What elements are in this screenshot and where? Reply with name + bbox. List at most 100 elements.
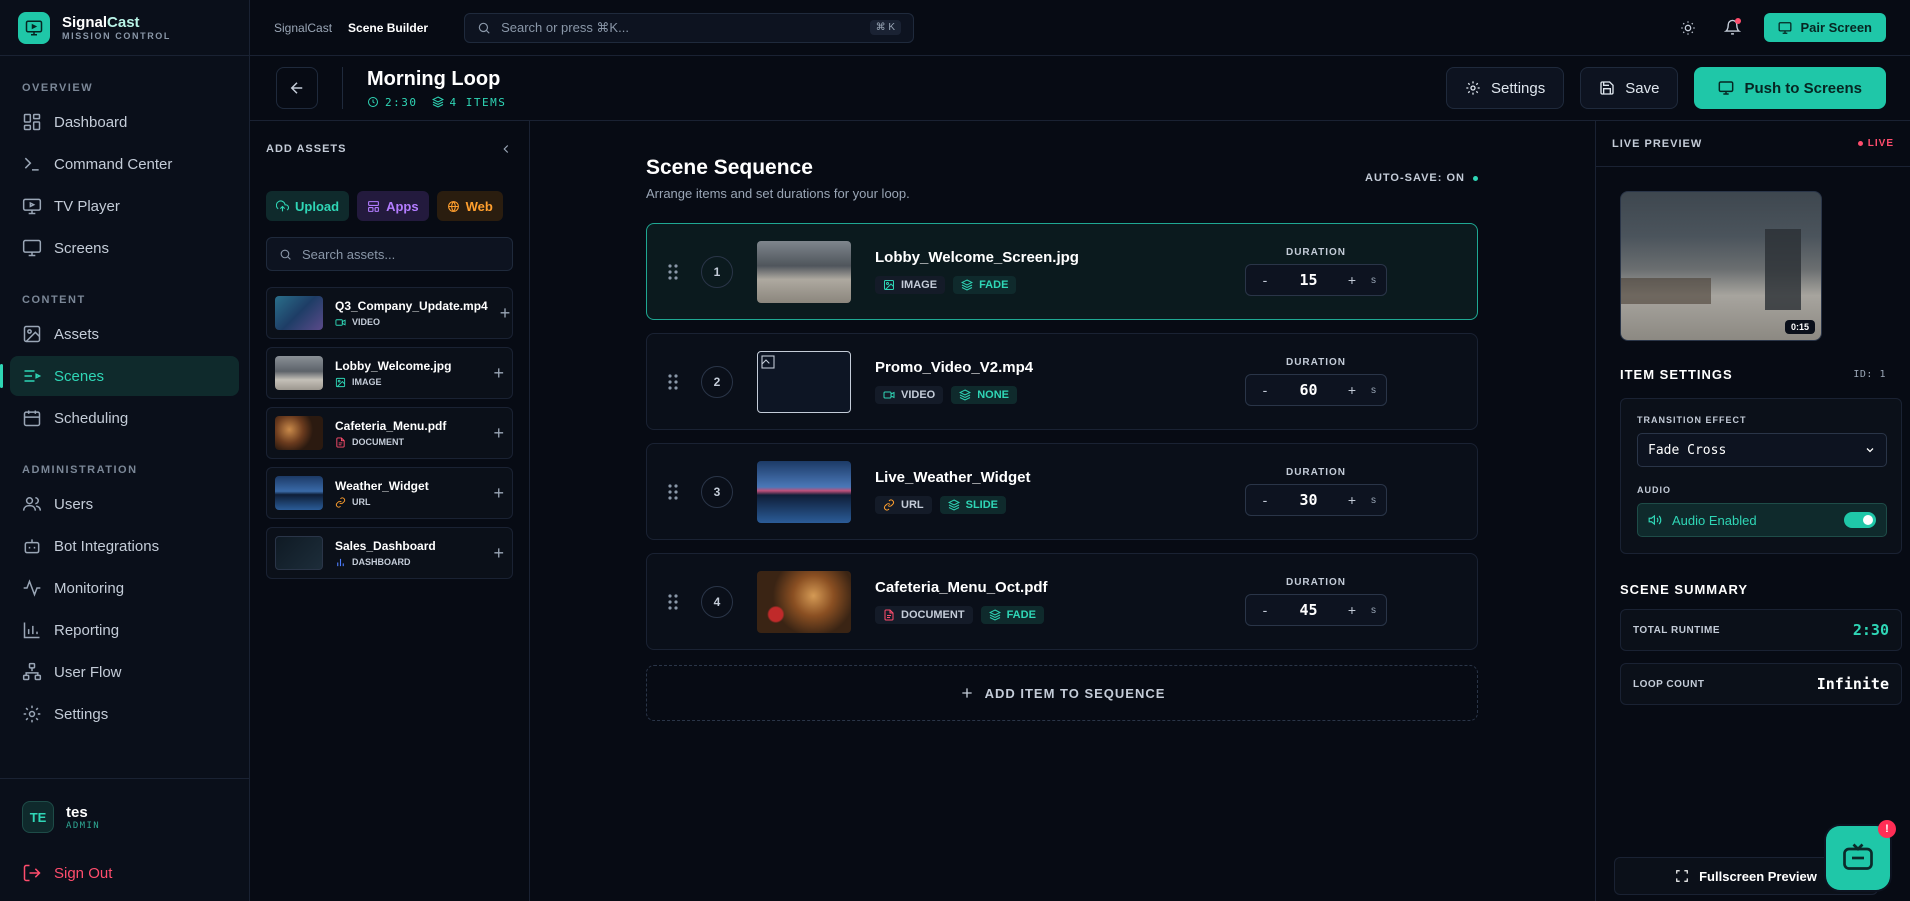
save-button[interactable]: Save [1580,67,1679,109]
breadcrumb-root[interactable]: SignalCast [274,21,332,35]
asset-thumbnail [275,476,323,510]
sidebar-item-reporting[interactable]: Reporting [10,610,239,650]
list-item[interactable]: Lobby_Welcome.jpg IMAGE + [266,347,513,399]
decrement-button[interactable]: - [1256,382,1274,398]
transition-label: TRANSITION EFFECT [1637,415,1747,425]
duration-value[interactable]: 60 [1278,381,1339,399]
type-badge: IMAGE [875,276,946,294]
duration-stepper[interactable]: - 30 + s [1245,484,1387,516]
sidebar-item-bot-integrations[interactable]: Bot Integrations [10,526,239,566]
asset-search-input[interactable]: Search assets... [266,237,513,271]
expand-icon [1676,870,1688,882]
add-asset-button[interactable]: + [493,363,504,384]
clock-icon [368,97,378,107]
sequence-subtitle: Arrange items and set durations for your… [646,186,910,201]
chevron-left-icon[interactable] [499,142,513,156]
decrement-button[interactable]: - [1256,492,1274,508]
sequence-item[interactable]: 2 Promo_Video_V2.mp4 VIDEO NONE DURATION… [646,333,1478,430]
settings-button[interactable]: Settings [1446,67,1565,109]
user-profile[interactable]: TE tes ADMIN [22,801,227,833]
breadcrumb: SignalCast Scene Builder [274,21,428,35]
type-badge: URL [875,496,932,514]
drag-handle-icon[interactable] [667,483,679,501]
asset-thumbnail [275,416,323,450]
sequence-item[interactable]: 4 Cafeteria_Menu_Oct.pdf DOCUMENT FADE D… [646,553,1478,650]
right-panel: LIVE PREVIEW LIVE 0:15 ITEM SETTINGS ID:… [1595,121,1910,901]
bar-chart-icon [23,622,40,639]
duration-stepper[interactable]: - 60 + s [1245,374,1387,406]
list-item[interactable]: Q3_Company_Update.mp4 VIDEO + [266,287,513,339]
tab-upload[interactable]: Upload [266,191,350,221]
drag-handle-icon[interactable] [667,373,679,391]
duration-value[interactable]: 30 [1278,491,1339,509]
page-title: Morning Loop [367,67,501,90]
back-button[interactable] [276,67,318,109]
duration-value[interactable]: 15 [1278,271,1339,289]
duration-value[interactable]: 45 [1278,601,1339,619]
decrement-button[interactable]: - [1256,272,1274,288]
sequence-title: Scene Sequence [646,156,813,179]
sidebar-item-dashboard[interactable]: Dashboard [10,102,239,142]
push-to-screens-button[interactable]: Push to Screens [1694,67,1886,109]
autosave-dot [1473,175,1478,181]
gear-icon [23,705,41,723]
notifications-button[interactable] [1720,16,1744,40]
list-item[interactable]: Sales_Dashboard DASHBOARD + [266,527,513,579]
add-asset-button[interactable]: + [493,483,504,504]
logout-icon [23,864,41,882]
add-asset-button[interactable]: + [493,543,504,564]
chevron-down-icon [1866,448,1874,453]
theme-toggle-button[interactable] [1676,16,1700,40]
drag-handle-icon[interactable] [667,593,679,611]
audio-toggle[interactable] [1844,512,1876,528]
live-preview[interactable]: 0:15 [1620,191,1822,341]
sidebar-item-settings[interactable]: Settings [10,694,239,734]
audio-toggle-row[interactable]: Audio Enabled [1637,503,1887,537]
search-icon [280,249,291,260]
sidebar-item-screens[interactable]: Screens [10,228,239,268]
sidebar-item-user-flow[interactable]: User Flow [10,652,239,692]
sequence-item-name: Lobby_Welcome_Screen.jpg [875,249,1079,266]
tab-apps[interactable]: Apps [357,191,429,221]
increment-button[interactable]: + [1343,492,1361,508]
drag-handle-icon[interactable] [667,263,679,281]
sidebar-item-scenes[interactable]: Scenes [0,356,239,396]
sidebar-item-command-center[interactable]: Command Center [10,144,239,184]
support-chat-button[interactable]: ! [1826,820,1896,890]
sidebar-item-monitoring[interactable]: Monitoring [10,568,239,608]
pair-screen-button[interactable]: Pair Screen [1764,13,1886,42]
list-item[interactable]: Weather_Widget URL + [266,467,513,519]
sidebar: SignalCast MISSION CONTROL OVERVIEW Dash… [0,0,250,901]
add-asset-button[interactable]: + [493,423,504,444]
users-icon [22,497,42,511]
transition-badge: FADE [980,606,1044,624]
sign-out-button[interactable]: Sign Out [22,863,227,883]
add-asset-button[interactable]: + [500,303,511,324]
sequence-item[interactable]: 1 Lobby_Welcome_Screen.jpg IMAGE FADE DU… [646,223,1478,320]
sidebar-item-label: Dashboard [54,113,128,131]
duration-stepper[interactable]: - 45 + s [1245,594,1387,626]
decrement-button[interactable]: - [1256,602,1274,618]
sidebar-item-assets[interactable]: Assets [10,314,239,354]
search-input[interactable]: Search or press ⌘K... ⌘ K [464,12,915,43]
scene-item-count: 4 ITEMS [431,96,507,109]
duration-stepper[interactable]: - 15 + s [1245,264,1387,296]
add-item-button[interactable]: ADD ITEM TO SEQUENCE [646,665,1478,721]
list-item[interactable]: Cafeteria_Menu.pdf DOCUMENT + [266,407,513,459]
image-icon [335,377,346,387]
tab-web[interactable]: Web [436,191,503,221]
sidebar-item-tv-player[interactable]: TV Player [10,186,239,226]
image-icon [23,325,41,343]
transition-select[interactable]: Fade Cross [1637,433,1887,467]
increment-button[interactable]: + [1343,272,1361,288]
increment-button[interactable]: + [1343,382,1361,398]
sidebar-item-label: Monitoring [54,579,125,597]
sequence-thumbnail [757,240,851,303]
scene-meta: 2:30 4 ITEMS [367,96,506,109]
sequence-item[interactable]: 3 Live_Weather_Widget URL SLIDE DURATION… [646,443,1478,540]
sidebar-item-scheduling[interactable]: Scheduling [10,398,239,438]
brand[interactable]: SignalCast MISSION CONTROL [0,0,249,56]
sidebar-item-label: User Flow [54,663,122,681]
increment-button[interactable]: + [1343,602,1361,618]
sidebar-item-users[interactable]: Users [10,484,239,524]
